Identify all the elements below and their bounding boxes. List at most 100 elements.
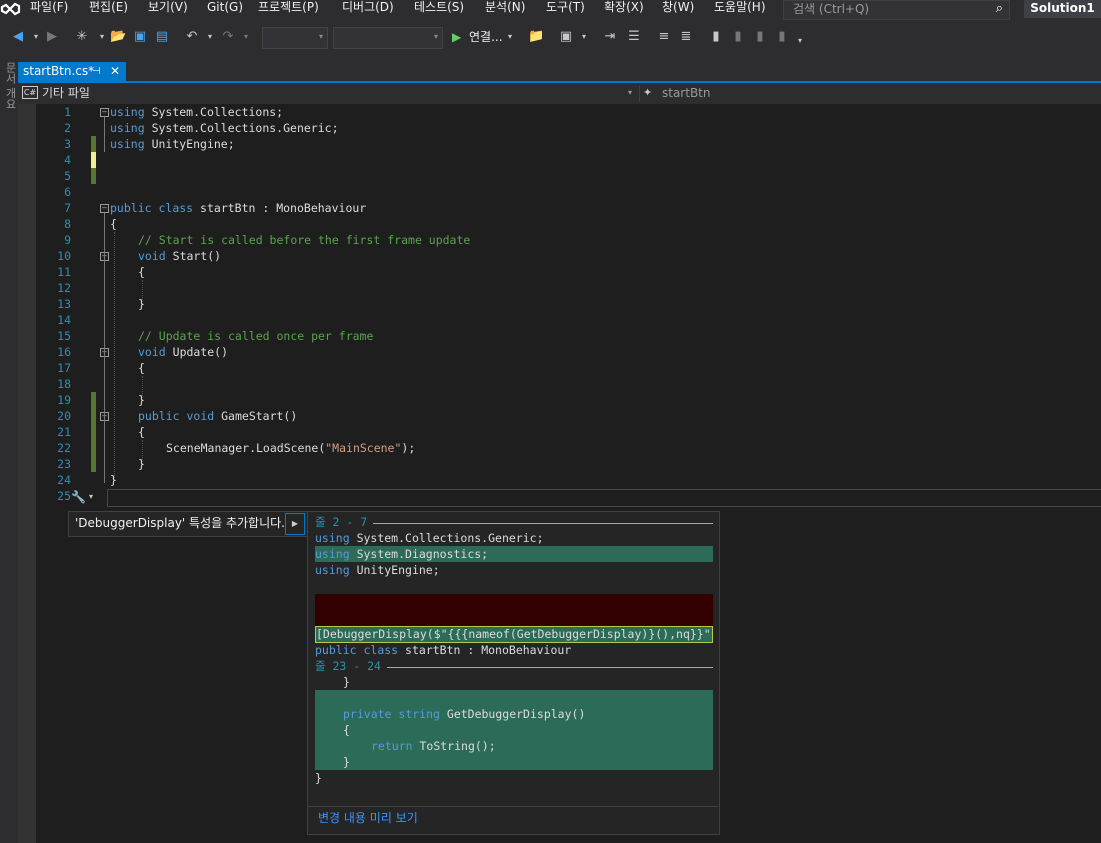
code-line: void Update() (138, 345, 229, 359)
preview-rule (387, 667, 713, 668)
change-marker-saved (91, 136, 96, 152)
preview-line: return ToString(); (371, 739, 496, 753)
new-dropdown-icon[interactable]: ▾ (94, 28, 110, 46)
save-all-icon[interactable]: ▤ (154, 28, 170, 46)
outline-icon[interactable]: ☰ (626, 28, 642, 46)
quick-actions-button[interactable]: 🔧 ▾ (69, 488, 99, 506)
next-bookmark-icon[interactable]: ▮ (752, 28, 768, 46)
line-number: 22 (57, 441, 71, 455)
line-number: 10 (57, 249, 71, 263)
forward-icon[interactable]: ▶ (44, 28, 60, 46)
open-folder-icon[interactable]: 📂 (110, 28, 126, 46)
menu-test[interactable]: 테스트(S) (414, 0, 464, 22)
undo-icon[interactable]: ↶ (184, 28, 200, 46)
platform-combo[interactable]: ▾ (333, 27, 443, 49)
preview-rule (373, 523, 713, 524)
code-line: using System.Collections.Generic; (110, 121, 339, 135)
outline-bracket (104, 117, 105, 152)
code-line: { (138, 265, 145, 279)
menu-debug[interactable]: 디버그(D) (342, 0, 394, 22)
preview-line: private string GetDebuggerDisplay() (343, 707, 586, 721)
screwdriver-icon: 🔧 (71, 490, 86, 504)
project-dropdown[interactable]: C# 기타 파일 ▾ (20, 85, 639, 101)
run-label: 연결... (469, 30, 503, 44)
pin-icon[interactable]: ⊣ (92, 62, 101, 81)
visual-studio-logo-icon[interactable] (0, 0, 24, 22)
menu-git[interactable]: Git(G) (207, 0, 243, 22)
chevron-down-icon: ▾ (318, 32, 323, 41)
search-input[interactable]: 검색 (Ctrl+Q) ⌕ (783, 0, 1010, 20)
expand-arrow-icon[interactable]: ▶ (285, 513, 305, 535)
menu-edit[interactable]: 편집(E) (89, 0, 128, 22)
back-icon[interactable]: ◀ (10, 28, 26, 46)
line-number: 9 (64, 233, 71, 247)
line-number: 14 (57, 313, 71, 327)
configuration-combo[interactable]: ▾ (262, 27, 328, 49)
menu-file[interactable]: 파일(F) (30, 0, 68, 22)
undo-dropdown-icon[interactable]: ▾ (202, 28, 218, 46)
menu-window[interactable]: 창(W) (662, 0, 694, 22)
tab-startbtn[interactable]: startBtn.cs* ⊣ ✕ (18, 62, 126, 81)
find-in-files-icon[interactable]: 📁 (528, 28, 544, 46)
outline-bracket (104, 213, 105, 483)
toolbar-overflow-icon[interactable]: ▾ (792, 32, 808, 50)
search-placeholder: 검색 (Ctrl+Q) (793, 2, 870, 16)
quick-action-item[interactable]: 'DebuggerDisplay' 특성을 추가합니다. ▶ (68, 511, 308, 537)
new-project-icon[interactable]: ✳ (74, 28, 90, 46)
collapse-icon[interactable]: − (100, 204, 109, 213)
camera-icon[interactable]: ▣ (558, 28, 574, 46)
clear-bookmarks-icon[interactable]: ▮ (774, 28, 790, 46)
change-marker-saved (91, 392, 96, 472)
navigation-bar: C# 기타 파일 ▾ ✦ startBtn (18, 83, 1101, 105)
project-name: 기타 파일 (42, 86, 90, 100)
code-line: { (110, 217, 117, 231)
menu-help[interactable]: 도움말(H) (714, 0, 766, 22)
change-marker-unsaved (91, 152, 96, 168)
bookmark-icon[interactable]: ▮ (708, 28, 724, 46)
code-line: using UnityEngine; (110, 137, 235, 151)
preview-changes-link[interactable]: 변경 내용 미리 보기 (318, 811, 418, 825)
code-line: { (138, 361, 145, 375)
prev-bookmark-icon[interactable]: ▮ (730, 28, 746, 46)
preview-line: using System.Collections.Generic; (315, 531, 544, 545)
indent-guide (114, 232, 115, 480)
line-number: 3 (64, 137, 71, 151)
member-name: startBtn (662, 86, 711, 100)
run-dropdown-icon[interactable]: ▾ (508, 27, 512, 47)
menu-view[interactable]: 보기(V) (148, 0, 188, 22)
menu-project[interactable]: 프로젝트(P) (258, 0, 319, 22)
save-icon[interactable]: ▣ (132, 28, 148, 46)
line-number: 25 (57, 489, 71, 503)
line-number: 23 (57, 457, 71, 471)
redo-icon[interactable]: ↷ (220, 28, 236, 46)
line-number: 4 (64, 153, 71, 167)
code-line: } (138, 393, 145, 407)
menu-tools[interactable]: 도구(T) (546, 0, 585, 22)
redo-dropdown-icon[interactable]: ▾ (238, 28, 254, 46)
chevron-down-icon: ▾ (433, 32, 438, 41)
code-line: } (138, 457, 145, 471)
back-dropdown-icon[interactable]: ▾ (28, 28, 44, 46)
uncomment-lines-icon[interactable]: ≣ (678, 28, 694, 46)
glyph-margin[interactable] (18, 104, 36, 843)
line-number: 2 (64, 121, 71, 135)
menu-analyze[interactable]: 분석(N) (485, 0, 525, 22)
comment-lines-icon[interactable]: ≡ (656, 28, 672, 46)
code-line: } (110, 473, 117, 487)
camera-dropdown-icon[interactable]: ▾ (576, 28, 592, 46)
collapse-icon[interactable]: − (100, 108, 109, 117)
code-line: public void GameStart() (138, 409, 298, 423)
attach-run-button[interactable]: ▶ 연결... ▾ (450, 27, 520, 47)
nav-divider (639, 85, 640, 102)
current-line-highlight (107, 489, 1101, 507)
menu-extensions[interactable]: 확장(X) (604, 0, 644, 22)
chevron-down-icon: ▾ (89, 492, 94, 501)
line-number: 20 (57, 409, 71, 423)
close-icon[interactable]: ✕ (110, 62, 120, 81)
line-number: 6 (64, 185, 71, 199)
step-icon[interactable]: ⇥ (602, 28, 618, 46)
line-number: 13 (57, 297, 71, 311)
document-outline-tab[interactable]: 문서 개요 (1, 62, 17, 110)
member-dropdown[interactable]: ✦ startBtn (642, 85, 942, 101)
line-number: 15 (57, 329, 71, 343)
